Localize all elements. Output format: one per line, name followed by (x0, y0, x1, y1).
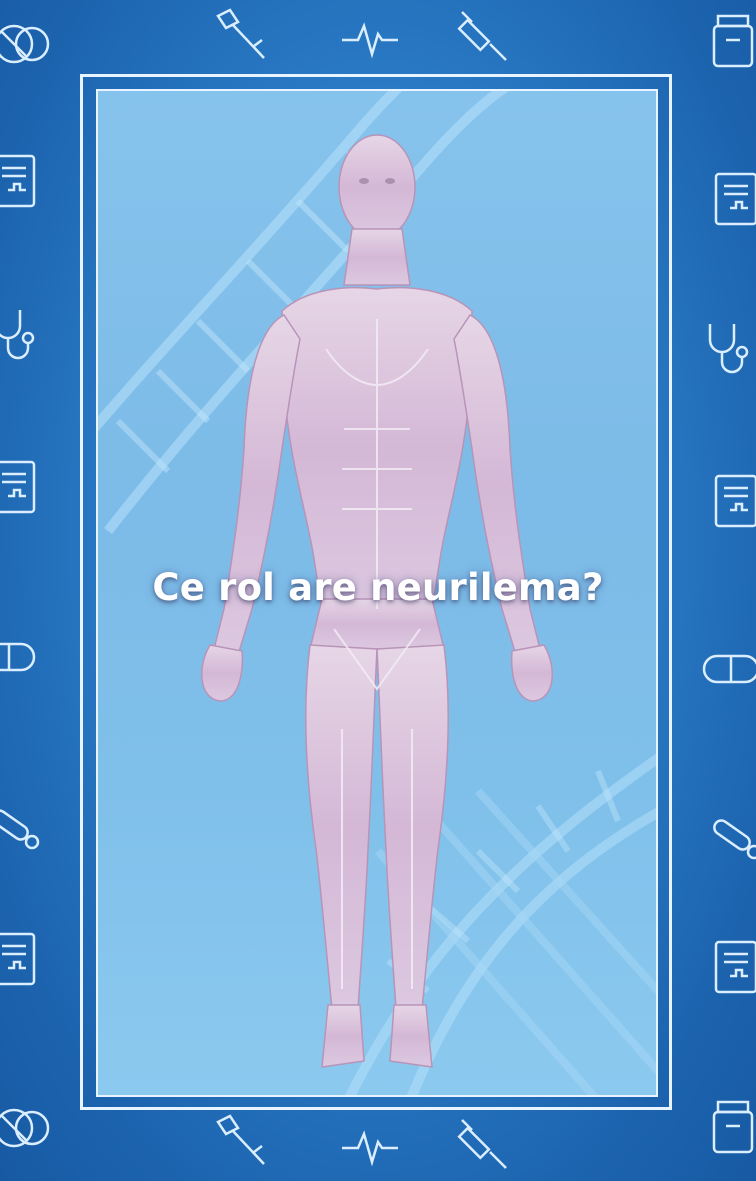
thermometer-icon (704, 806, 756, 866)
syringe-icon (452, 4, 512, 64)
medical-report-icon (0, 928, 46, 988)
medical-report-icon (710, 168, 756, 228)
capsule-icon (700, 638, 756, 698)
thermometer-icon (0, 796, 44, 856)
medical-report-icon (710, 936, 756, 996)
syringe-icon (452, 1112, 512, 1172)
medical-report-icon (0, 456, 46, 516)
crutch-icon (212, 1112, 272, 1172)
pills-icon (0, 1098, 52, 1158)
question-text: Ce rol are neurilema? (152, 566, 604, 609)
crutch-icon (212, 6, 272, 66)
stethoscope-icon (0, 304, 44, 364)
heartbeat-icon (340, 8, 400, 68)
medical-report-icon (0, 150, 46, 210)
card-background: Ce rol are neurilema? (0, 0, 756, 1181)
medicine-bottle-icon (706, 1096, 756, 1156)
heartbeat-icon (340, 1116, 400, 1176)
capsule-icon (0, 626, 38, 686)
medical-report-icon (710, 470, 756, 530)
pills-icon (0, 14, 52, 74)
stethoscope-icon (700, 318, 756, 378)
medicine-bottle-icon (706, 10, 756, 70)
